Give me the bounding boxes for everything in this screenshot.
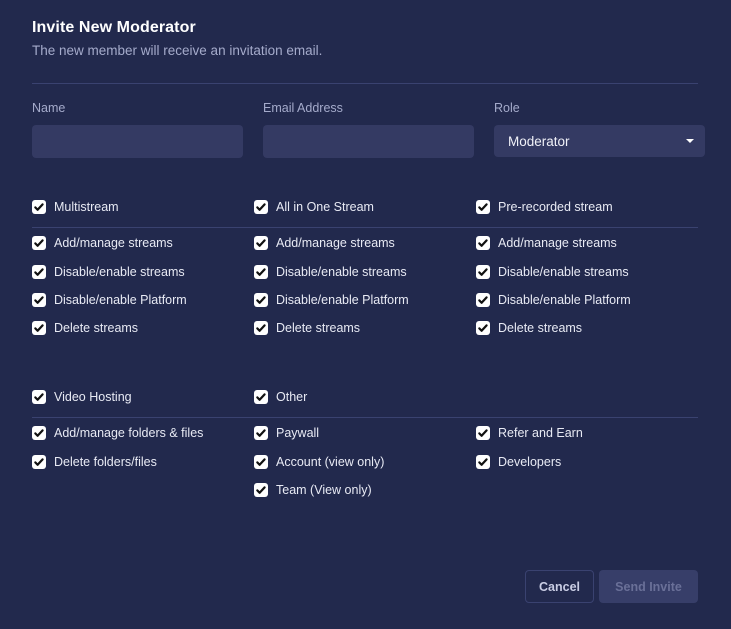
checkbox-vh-add-manage[interactable]: Add/manage folders & files	[32, 426, 203, 440]
checkbox-team-view-only[interactable]: Team (View only)	[254, 483, 372, 497]
checkbox-checked-icon	[254, 236, 268, 250]
checkbox-label: Add/manage streams	[54, 236, 173, 250]
checkbox-aio-add-manage[interactable]: Add/manage streams	[254, 236, 395, 250]
modal-subtitle: The new member will receive an invitatio…	[32, 43, 323, 58]
checkbox-all-in-one-stream[interactable]: All in One Stream	[254, 200, 374, 214]
checkbox-aio-disable-streams[interactable]: Disable/enable streams	[254, 265, 407, 279]
checkbox-checked-icon	[254, 390, 268, 404]
checkbox-refer-and-earn[interactable]: Refer and Earn	[476, 426, 583, 440]
checkbox-label: Add/manage streams	[276, 236, 395, 250]
invite-moderator-modal: Invite New Moderator The new member will…	[0, 0, 731, 629]
checkbox-checked-icon	[476, 426, 490, 440]
checkbox-label: Add/manage folders & files	[54, 426, 204, 440]
checkbox-checked-icon	[476, 265, 490, 279]
role-label: Role	[494, 101, 520, 115]
checkbox-paywall[interactable]: Paywall	[254, 426, 319, 440]
checkbox-account-view-only[interactable]: Account (view only)	[254, 455, 384, 469]
checkbox-other[interactable]: Other	[254, 390, 307, 404]
checkbox-prerec-add-manage[interactable]: Add/manage streams	[476, 236, 617, 250]
email-label: Email Address	[263, 101, 343, 115]
checkbox-label: Account (view only)	[276, 455, 385, 469]
checkbox-label: Delete streams	[498, 321, 583, 335]
checkbox-checked-icon	[32, 265, 46, 279]
checkbox-multistream-disable-platform[interactable]: Disable/enable Platform	[32, 293, 187, 307]
checkbox-aio-disable-platform[interactable]: Disable/enable Platform	[254, 293, 409, 307]
checkbox-checked-icon	[32, 455, 46, 469]
checkbox-checked-icon	[254, 293, 268, 307]
name-label: Name	[32, 101, 66, 115]
caret-down-icon	[686, 139, 694, 143]
checkbox-prerec-disable-streams[interactable]: Disable/enable streams	[476, 265, 629, 279]
checkbox-label: Refer and Earn	[498, 426, 583, 440]
checkbox-checked-icon	[476, 236, 490, 250]
checkbox-label: Disable/enable streams	[276, 265, 407, 279]
role-select[interactable]: Moderator	[494, 125, 705, 157]
checkbox-multistream[interactable]: Multistream	[32, 200, 119, 214]
checkbox-checked-icon	[32, 426, 46, 440]
checkbox-checked-icon	[254, 200, 268, 214]
checkbox-multistream-delete[interactable]: Delete streams	[32, 321, 138, 335]
checkbox-label: All in One Stream	[276, 200, 374, 214]
name-input[interactable]	[32, 125, 243, 158]
checkbox-multistream-disable-streams[interactable]: Disable/enable streams	[32, 265, 185, 279]
checkbox-checked-icon	[476, 200, 490, 214]
section-divider	[32, 417, 698, 418]
section-divider	[32, 227, 698, 228]
checkbox-label: Pre-recorded stream	[498, 200, 613, 214]
checkbox-label: Disable/enable Platform	[498, 293, 631, 307]
checkbox-label: Disable/enable Platform	[54, 293, 187, 307]
checkbox-checked-icon	[476, 293, 490, 307]
checkbox-checked-icon	[32, 293, 46, 307]
checkbox-label: Delete streams	[54, 321, 139, 335]
checkbox-checked-icon	[254, 265, 268, 279]
checkbox-developers[interactable]: Developers	[476, 455, 561, 469]
checkbox-label: Delete streams	[276, 321, 361, 335]
send-invite-button[interactable]: Send Invite	[599, 570, 698, 603]
modal-title: Invite New Moderator	[32, 19, 196, 36]
checkbox-checked-icon	[32, 390, 46, 404]
checkbox-pre-recorded-stream[interactable]: Pre-recorded stream	[476, 200, 613, 214]
checkbox-vh-delete[interactable]: Delete folders/files	[32, 455, 157, 469]
checkbox-checked-icon	[254, 321, 268, 335]
checkbox-label: Developers	[498, 455, 562, 469]
checkbox-multistream-add-manage[interactable]: Add/manage streams	[32, 236, 173, 250]
checkbox-label: Team (View only)	[276, 483, 372, 497]
checkbox-checked-icon	[32, 200, 46, 214]
checkbox-label: Multistream	[54, 200, 119, 214]
checkbox-prerec-delete[interactable]: Delete streams	[476, 321, 582, 335]
checkbox-label: Add/manage streams	[498, 236, 617, 250]
checkbox-checked-icon	[32, 321, 46, 335]
header-divider	[32, 83, 698, 84]
checkbox-video-hosting[interactable]: Video Hosting	[32, 390, 132, 404]
checkbox-checked-icon	[254, 455, 268, 469]
checkbox-label: Other	[276, 390, 308, 404]
checkbox-checked-icon	[476, 321, 490, 335]
checkbox-label: Video Hosting	[54, 390, 132, 404]
checkbox-label: Disable/enable Platform	[276, 293, 409, 307]
checkbox-label: Disable/enable streams	[54, 265, 185, 279]
checkbox-label: Paywall	[276, 426, 320, 440]
checkbox-checked-icon	[32, 236, 46, 250]
checkbox-label: Delete folders/files	[54, 455, 157, 469]
role-selected-value: Moderator	[508, 133, 570, 149]
cancel-button[interactable]: Cancel	[525, 570, 594, 603]
checkbox-prerec-disable-platform[interactable]: Disable/enable Platform	[476, 293, 631, 307]
email-input[interactable]	[263, 125, 474, 158]
checkbox-checked-icon	[254, 483, 268, 497]
checkbox-aio-delete[interactable]: Delete streams	[254, 321, 360, 335]
checkbox-checked-icon	[254, 426, 268, 440]
checkbox-checked-icon	[476, 455, 490, 469]
checkbox-label: Disable/enable streams	[498, 265, 629, 279]
